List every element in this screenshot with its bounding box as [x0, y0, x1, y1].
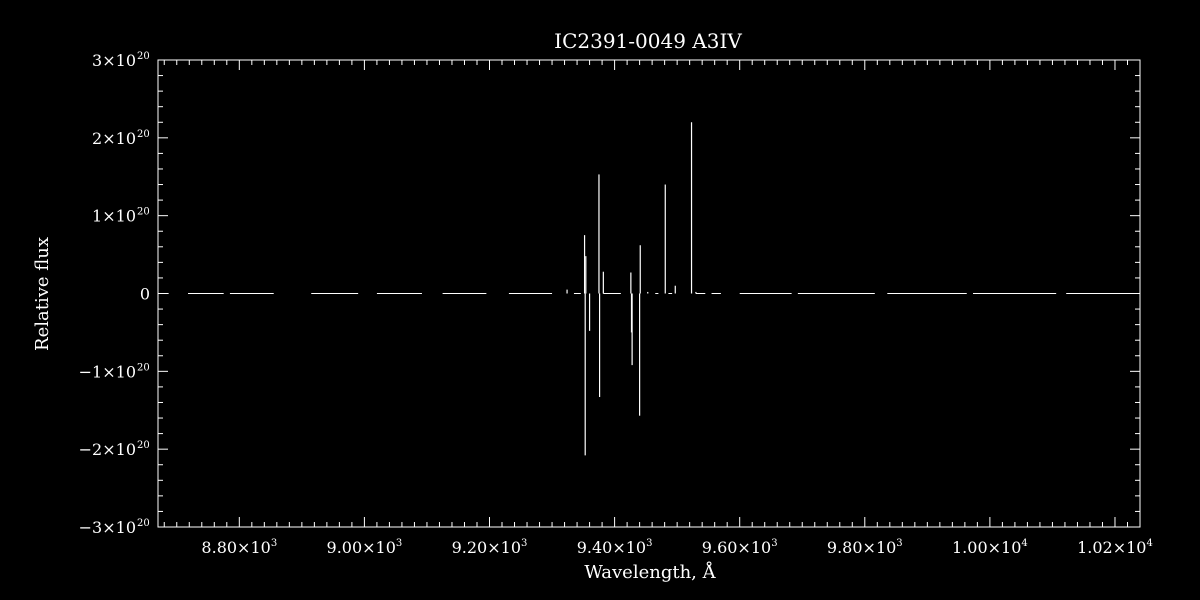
x-tick-label: 9.40×103: [577, 538, 653, 557]
x-tick-label: 9.00×103: [327, 538, 403, 557]
x-tick-label: 9.60×103: [702, 538, 778, 557]
y-tick-label-mantissa: 2×10: [92, 129, 136, 148]
x-tick-label-exponent: 3: [771, 538, 777, 549]
y-tick-label: −1×10: [79, 362, 136, 381]
y-tick-label: 2×10: [92, 129, 136, 148]
x-tick-label-exponent: 4: [1021, 538, 1027, 549]
x-tick-label-exponent: 3: [396, 538, 402, 549]
x-tick-label-exponent: 3: [896, 538, 902, 549]
x-tick-label: 1.02×104: [1077, 538, 1153, 557]
y-tick-label-mantissa: 3×10: [92, 51, 136, 70]
x-tick-label-mantissa: 8.80×10: [201, 538, 270, 557]
x-axis-label: Wavelength, Å: [584, 561, 716, 583]
y-tick-label: 1×10: [92, 207, 136, 226]
y-tick-label: 3×10: [92, 51, 136, 70]
y-tick-label: 0: [140, 285, 150, 304]
y-tick-label-exponent: 20: [137, 440, 150, 451]
x-tick-label-mantissa: 1.00×10: [952, 538, 1021, 557]
x-tick-label-exponent: 3: [646, 538, 652, 549]
y-tick-label: −2×10: [79, 440, 136, 459]
x-tick-label-mantissa: 9.80×10: [827, 538, 896, 557]
x-tick-label: 9.80×103: [827, 538, 903, 557]
y-tick-label-mantissa: −3×10: [79, 518, 136, 537]
x-tick-label-mantissa: 1.02×10: [1077, 538, 1146, 557]
y-tick-label-exponent: 20: [137, 518, 150, 529]
spectrum-chart: IC2391-0049 A3IV Wavelength, Å Relative …: [0, 0, 1200, 600]
chart-title: IC2391-0049 A3IV: [554, 29, 742, 53]
x-tick-label-mantissa: 9.40×10: [577, 538, 646, 557]
y-tick-label-exponent: 20: [137, 51, 150, 62]
x-tick-label-mantissa: 9.00×10: [327, 538, 396, 557]
x-tick-label-exponent: 4: [1146, 538, 1152, 549]
x-tick-label-mantissa: 9.20×10: [452, 538, 521, 557]
y-tick-label-mantissa: −1×10: [79, 362, 136, 381]
x-tick-label: 9.20×103: [452, 538, 528, 557]
y-tick-label-mantissa: −2×10: [79, 440, 136, 459]
x-tick-label: 1.00×104: [952, 538, 1028, 557]
y-tick-label: −3×10: [79, 518, 136, 537]
x-tick-label: 8.80×103: [201, 538, 277, 557]
y-tick-label-mantissa: 1×10: [92, 207, 136, 226]
x-tick-label-mantissa: 9.60×10: [702, 538, 771, 557]
x-tick-label-exponent: 3: [271, 538, 277, 549]
x-tick-label-exponent: 3: [521, 538, 527, 549]
y-tick-label-exponent: 20: [137, 207, 150, 218]
y-tick-label-exponent: 20: [137, 362, 150, 373]
y-tick-label-mantissa: 0: [140, 285, 150, 304]
y-axis-label: Relative flux: [32, 237, 53, 351]
y-tick-label-exponent: 20: [137, 129, 150, 140]
